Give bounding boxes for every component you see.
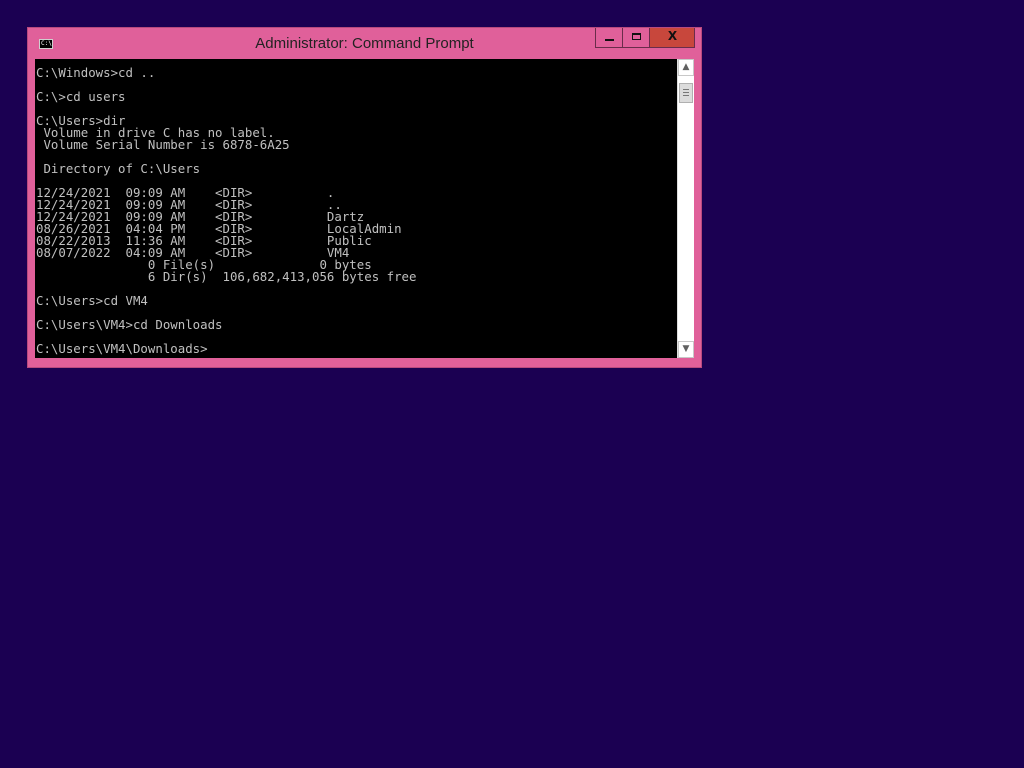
minimize-icon <box>605 39 614 41</box>
grip-line <box>683 92 689 93</box>
grip-line <box>683 95 689 96</box>
scroll-up-button[interactable]: ▲ <box>678 59 694 76</box>
scroll-thumb[interactable] <box>679 83 693 103</box>
close-icon: X <box>667 29 678 43</box>
close-button[interactable]: X <box>650 28 695 48</box>
console-output[interactable]: C:\Windows>cd .. C:\>cd users C:\Users>d… <box>35 59 677 358</box>
grip-line <box>683 89 689 90</box>
scroll-down-button[interactable]: ▼ <box>678 341 694 358</box>
maximize-icon <box>632 33 641 40</box>
maximize-button[interactable] <box>623 28 650 48</box>
console-text[interactable]: C:\Windows>cd .. C:\>cd users C:\Users>d… <box>35 59 677 355</box>
scroll-up-icon: ▲ <box>682 62 690 72</box>
vertical-scrollbar[interactable]: ▲ ▼ <box>677 59 694 358</box>
minimize-button[interactable] <box>595 28 623 48</box>
command-prompt-window: C:\. Administrator: Command Prompt X C:\… <box>27 27 702 368</box>
desktop: C:\. Administrator: Command Prompt X C:\… <box>0 0 1024 768</box>
scroll-down-icon: ▼ <box>682 344 690 354</box>
title-bar[interactable]: C:\. Administrator: Command Prompt X <box>28 28 701 59</box>
